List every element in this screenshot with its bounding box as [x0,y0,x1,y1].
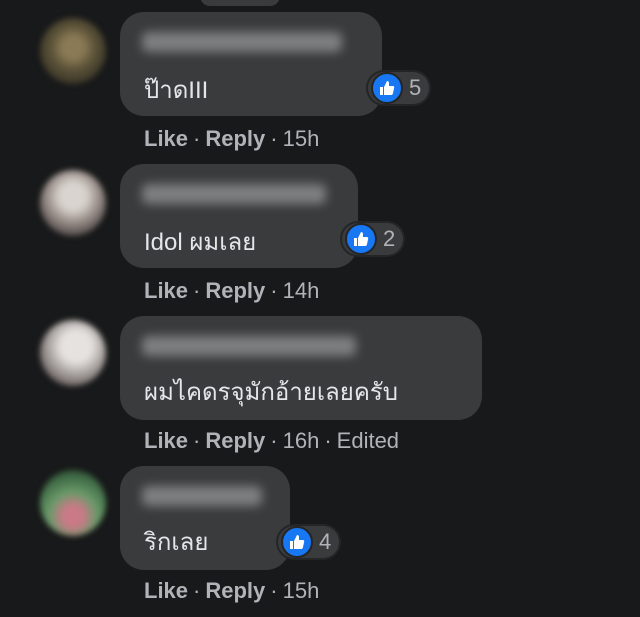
author-name-blurred[interactable] [142,336,356,356]
reaction-count: 5 [409,75,422,100]
like-icon [281,526,313,558]
comment-actions: Like · Reply · 16h · Edited [144,428,400,453]
comment-actions: Like · Reply · 15h [144,126,320,151]
comment-bubble: ป๊าดIII [120,12,382,116]
avatar[interactable] [40,320,106,386]
like-icon [371,72,403,104]
comment-actions: Like · Reply · 14h [144,278,320,303]
avatar[interactable] [40,170,106,236]
timestamp[interactable]: 15h [283,126,320,151]
comment-bubble: ริกเลย [120,466,290,570]
comment-text: ป๊าดIII [144,77,209,104]
reply-link[interactable]: Reply [205,428,265,453]
avatar[interactable] [40,470,106,536]
author-name-blurred[interactable] [142,486,262,506]
comment-text: ริกเลย [144,529,209,556]
reply-link[interactable]: Reply [205,126,265,151]
like-link[interactable]: Like [144,428,188,453]
reaction-count: 2 [383,226,396,251]
timestamp[interactable]: 16h [283,428,320,453]
author-name-blurred[interactable] [142,184,326,204]
reaction-summary[interactable]: 5 [368,72,430,104]
avatar[interactable] [40,18,106,84]
comment-actions: Like · Reply · 15h [144,578,320,603]
author-name-blurred[interactable] [142,32,342,52]
comment-text: Idol ผมเลย [144,229,257,256]
timestamp[interactable]: 14h [283,278,320,303]
comment-text: ผมไคดรจุมักอ้ายเลยครับ [144,379,399,406]
like-link[interactable]: Like [144,126,188,151]
like-link[interactable]: Like [144,278,188,303]
like-link[interactable]: Like [144,578,188,603]
reply-link[interactable]: Reply [205,278,265,303]
reply-link[interactable]: Reply [205,578,265,603]
previous-comment-edge [200,0,280,6]
reaction-count: 4 [319,529,332,554]
comment-bubble: Idol ผมเลย [120,164,358,268]
like-icon [345,223,377,255]
reaction-summary[interactable]: 4 [278,526,340,558]
comment-bubble: ผมไคดรจุมักอ้ายเลยครับ [120,316,482,420]
timestamp[interactable]: 15h [283,578,320,603]
reaction-summary[interactable]: 2 [342,223,404,255]
edited-label: Edited [336,428,400,453]
